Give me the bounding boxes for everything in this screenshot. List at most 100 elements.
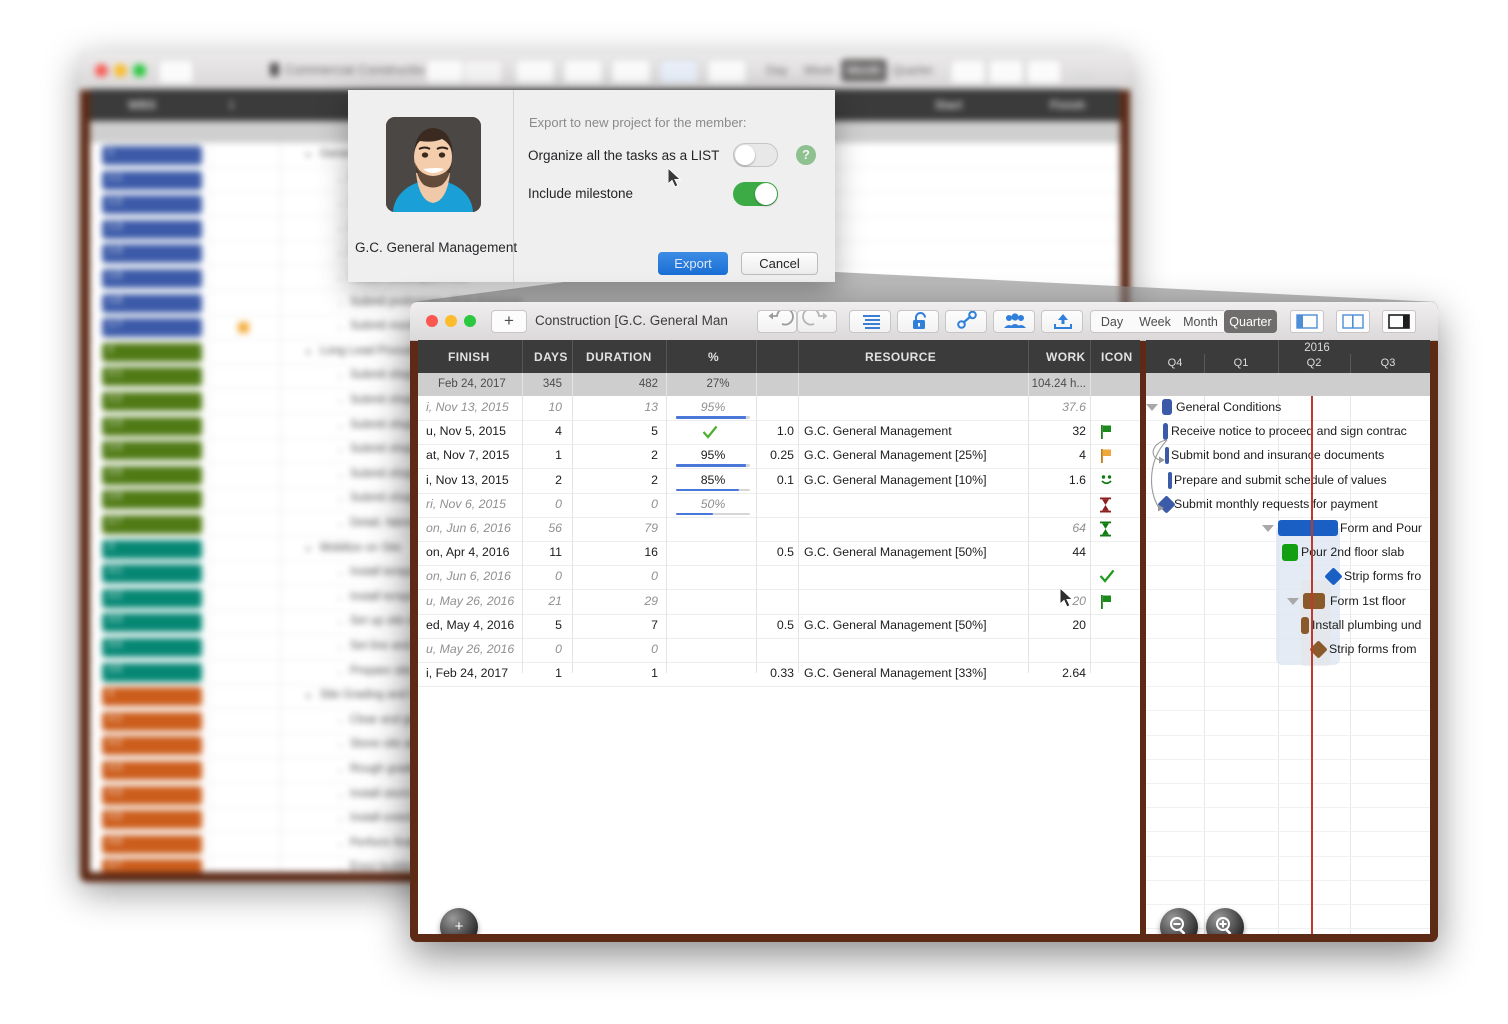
table-row[interactable]: u, May 26, 2016 21 29 20 (418, 590, 1140, 615)
bg-disclosure-triangle[interactable]: ▾ (306, 347, 311, 358)
link-button[interactable] (945, 310, 987, 333)
bg-close-button[interactable] (95, 64, 108, 77)
export-toolbar-button[interactable] (1041, 310, 1083, 333)
minimize-button[interactable] (445, 315, 457, 327)
zoom-in-button[interactable] (1206, 908, 1244, 934)
help-icon[interactable]: ? (796, 145, 816, 165)
bg-disclosure-triangle[interactable]: ▾ (306, 544, 311, 555)
bg-outline-button[interactable] (515, 59, 555, 84)
bg-disclosure-triangle[interactable]: ▾ (306, 150, 311, 161)
column-finish[interactable]: FINISH (448, 350, 490, 364)
bg-minimize-button[interactable] (114, 64, 127, 77)
bg-zoom-button[interactable] (133, 64, 146, 77)
gantt-summary-bar[interactable] (1303, 592, 1325, 609)
table-row[interactable]: ri, Nov 6, 2015 0 0 50% (418, 493, 1140, 518)
pane-left-button[interactable] (1290, 310, 1324, 333)
gantt-row[interactable] (1146, 856, 1430, 881)
pane-split-button[interactable] (1336, 310, 1370, 333)
lock-button[interactable] (897, 310, 939, 333)
table-row[interactable]: i, Nov 13, 2015 2 2 85% 0.1 G.C. General Mana… (418, 469, 1140, 494)
bg-wbs-label: 3.2 (108, 589, 122, 601)
bg-zoom-quarter[interactable]: Quarter (887, 59, 939, 82)
bg-redo-button[interactable] (463, 59, 503, 84)
pane-right-button[interactable] (1382, 310, 1416, 333)
check-green-icon[interactable] (1099, 569, 1115, 589)
bg-zoom-week[interactable]: Week (797, 59, 841, 82)
column-days[interactable]: DAYS (534, 350, 568, 364)
table-row[interactable]: on, Jun 6, 2016 0 0 (418, 565, 1140, 591)
bg-pane-right-button[interactable] (1026, 59, 1062, 84)
zoom-out-button[interactable] (1160, 908, 1198, 934)
bg-pane-split-button[interactable] (988, 59, 1024, 84)
gantt-row[interactable] (1146, 711, 1430, 736)
gantt-summary-bar[interactable] (1162, 399, 1172, 415)
bg-add-button[interactable] (158, 59, 194, 84)
redo-button[interactable] (797, 307, 837, 333)
zoom-button[interactable] (464, 315, 476, 327)
gantt-collapse-triangle[interactable] (1287, 597, 1299, 605)
cancel-button[interactable]: Cancel (741, 252, 818, 275)
include-milestone-toggle[interactable] (733, 182, 778, 206)
column-icon[interactable]: ICON (1101, 350, 1133, 364)
gantt-row[interactable] (1146, 759, 1430, 784)
gantt-task-bar[interactable] (1165, 447, 1169, 465)
gantt-row[interactable] (1146, 686, 1430, 712)
gantt-row[interactable] (1146, 832, 1430, 857)
task-table-pane[interactable]: FINISH DAYS DURATION % RESOURCE WORK ICO… (418, 340, 1140, 934)
front-window[interactable]: + Construction [G.C. General Man Day Wee… (410, 302, 1438, 942)
gantt-chart-pane[interactable]: 2016 Q4 Q1 Q2 Q3 General Conditions Recei… (1146, 340, 1430, 934)
table-row[interactable]: on, Apr 4, 2016 11 16 0.5 G.C. General Manag… (418, 541, 1140, 567)
bg-zoom-month[interactable]: Month (841, 59, 887, 82)
export-button[interactable]: Export (658, 252, 728, 275)
bg-disclosure-triangle[interactable]: ▾ (306, 691, 311, 702)
gantt-collapse-triangle[interactable] (1146, 404, 1158, 411)
gantt-summary-bar[interactable] (1278, 520, 1338, 536)
gantt-task-bar[interactable] (1301, 616, 1309, 634)
zoom-quarter-button[interactable]: Quarter (1224, 310, 1277, 333)
table-row[interactable]: u, May 26, 2016 0 0 (418, 638, 1140, 663)
outline-button[interactable] (849, 310, 891, 333)
bg-export-button[interactable] (707, 59, 747, 84)
flag-orange-icon[interactable] (1099, 448, 1113, 469)
bg-people-button[interactable] (659, 59, 699, 84)
table-row[interactable]: u, Nov 5, 2015 4 5 1.0 G.C. General Manageme… (418, 420, 1140, 446)
gantt-row[interactable] (1146, 880, 1430, 905)
hourglass-red-icon[interactable] (1099, 497, 1112, 518)
column-percent[interactable]: % (708, 350, 719, 364)
gantt-task-bar[interactable] (1168, 471, 1172, 489)
bg-zoom-day[interactable]: Day (757, 59, 797, 82)
table-row[interactable]: i, Feb 24, 2017 1 1 0.33 G.C. General Manage… (418, 662, 1140, 688)
gantt-task-bar[interactable] (1282, 544, 1298, 562)
bg-link-button[interactable] (611, 59, 651, 84)
table-row[interactable]: at, Nov 7, 2015 1 2 95% 0.25 G.C. General Man… (418, 444, 1140, 470)
column-duration[interactable]: DURATION (586, 350, 652, 364)
organize-as-list-toggle[interactable] (733, 143, 778, 167)
gantt-task-bar[interactable] (1163, 423, 1168, 441)
gantt-row[interactable] (1146, 662, 1430, 688)
bg-undo-button[interactable] (425, 59, 465, 84)
gantt-row[interactable] (1146, 735, 1430, 760)
undo-button[interactable] (757, 307, 797, 333)
zoom-week-button[interactable]: Week (1133, 310, 1177, 333)
table-row[interactable]: on, Jun 6, 2016 56 79 64 (418, 517, 1140, 542)
add-task-button[interactable]: + (440, 908, 478, 934)
column-resource[interactable]: RESOURCE (865, 350, 936, 364)
zoom-day-button[interactable]: Day (1090, 310, 1133, 333)
table-row[interactable]: ed, May 4, 2016 5 7 0.5 G.C. General Managem… (418, 614, 1140, 639)
bg-pane-left-button[interactable] (950, 59, 986, 84)
smiley-green-icon[interactable] (1099, 473, 1114, 493)
flag-green-icon[interactable] (1099, 424, 1113, 445)
hourglass-green-icon[interactable] (1099, 521, 1112, 542)
bg-more-button[interactable]: ··· (1075, 66, 1094, 82)
bg-lock-button[interactable] (563, 59, 603, 84)
gantt-collapse-triangle[interactable] (1262, 525, 1274, 532)
column-work[interactable]: WORK (1046, 350, 1086, 364)
zoom-month-button[interactable]: Month (1177, 310, 1224, 333)
flag-green-icon[interactable] (1099, 594, 1113, 615)
close-button[interactable] (426, 315, 438, 327)
table-row[interactable]: i, Nov 13, 2015 10 13 95% 37.6 (418, 396, 1140, 421)
gantt-row[interactable] (1146, 807, 1430, 833)
gantt-row[interactable] (1146, 783, 1430, 809)
people-button[interactable] (993, 310, 1035, 333)
new-document-button[interactable]: + (491, 310, 527, 333)
